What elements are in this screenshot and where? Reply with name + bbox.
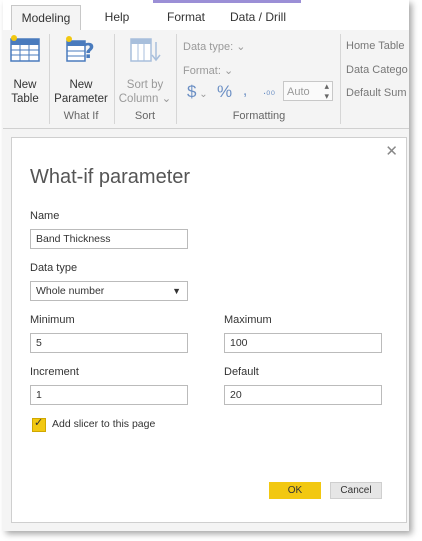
increment-label: Increment	[30, 366, 79, 378]
spin-icon[interactable]: ▴ ▾	[324, 81, 329, 101]
what-if-dialog: ✕ What-if parameter Name Band Thickness …	[11, 137, 407, 523]
new-table-label-1: New	[13, 79, 37, 91]
chevron-down-icon: ⌄	[236, 41, 246, 53]
app-window: Modeling Help Format Data / Drill New Ta…	[3, 0, 409, 531]
sort-by-label-1: Sort by	[126, 79, 164, 91]
currency-button[interactable]: $ ⌄	[187, 82, 208, 102]
percent-button[interactable]: %	[217, 82, 232, 102]
decimal-places-input[interactable]: Auto ▴ ▾	[283, 81, 333, 101]
ribbon-separator	[49, 34, 50, 124]
datatype-select[interactable]: Whole number ▼	[30, 281, 188, 301]
data-category-label[interactable]: Data Catego	[346, 64, 408, 76]
default-label: Default	[224, 366, 259, 378]
add-slicer-label[interactable]: Add slicer to this page	[52, 418, 155, 430]
tab-format[interactable]: Format	[161, 5, 211, 29]
default-summarization-label[interactable]: Default Sum	[346, 87, 407, 99]
chevron-down-icon: ⌄	[161, 93, 172, 105]
table-icon	[10, 35, 40, 62]
ribbon-separator	[114, 34, 115, 124]
group-label-what-if: What If	[63, 110, 99, 122]
new-table-label-2: Table	[11, 93, 39, 105]
add-slicer-checkbox[interactable]: ✓	[32, 417, 46, 432]
sort-by-label-2: Column ⌄	[118, 93, 172, 105]
chevron-down-icon: ⌄	[223, 65, 234, 77]
sort-icon	[130, 38, 161, 62]
datatype-label: Data type	[30, 262, 78, 274]
group-label-formatting: Formatting	[232, 110, 286, 122]
dialog-title: What-if parameter	[30, 166, 191, 188]
decimal-places-icon: .₀₀	[263, 85, 276, 97]
ribbon-tabs: Modeling Help Format Data / Drill	[3, 0, 409, 31]
tab-data-drill[interactable]: Data / Drill	[225, 5, 291, 29]
new-parameter-button[interactable]: ? New Parameter	[51, 34, 111, 106]
comma-icon: ,	[243, 82, 248, 99]
name-input[interactable]: Band Thickness	[30, 229, 188, 249]
close-icon[interactable]: ✕	[385, 142, 398, 160]
caret-down-icon: ▼	[172, 286, 181, 296]
group-label-sort: Sort	[134, 110, 156, 122]
maximum-label: Maximum	[224, 314, 272, 326]
tab-help[interactable]: Help	[95, 5, 139, 29]
ribbon: New Table ? New Parameter What If Sort b…	[3, 30, 409, 129]
new-parameter-label-2: Parameter	[54, 93, 108, 105]
default-input[interactable]: 20	[224, 385, 382, 405]
cancel-button[interactable]: Cancel	[330, 482, 382, 499]
format-label[interactable]: Format: ⌄	[183, 64, 233, 77]
minimum-input[interactable]: 5	[30, 333, 188, 353]
percent-icon: %	[217, 82, 233, 101]
increment-input[interactable]: 1	[30, 385, 188, 405]
data-type-label[interactable]: Data type: ⌄	[183, 40, 245, 53]
minimum-label: Minimum	[30, 314, 75, 326]
comma-button[interactable]: ,	[243, 82, 247, 99]
new-parameter-label-1: New	[69, 79, 93, 91]
name-label: Name	[30, 210, 60, 222]
what-if-parameter-icon: ?	[66, 36, 95, 63]
sort-by-column-button[interactable]: Sort by Column ⌄	[116, 34, 174, 106]
maximum-input[interactable]: 100	[224, 333, 382, 353]
ok-button[interactable]: OK	[269, 482, 321, 499]
svg-text:?: ?	[83, 39, 95, 63]
checkmark-icon: ✓	[34, 417, 44, 429]
home-table-label[interactable]: Home Table	[346, 40, 405, 52]
ribbon-separator	[340, 34, 341, 124]
new-table-button[interactable]: New Table	[3, 34, 47, 106]
tab-modeling[interactable]: Modeling	[11, 5, 81, 31]
